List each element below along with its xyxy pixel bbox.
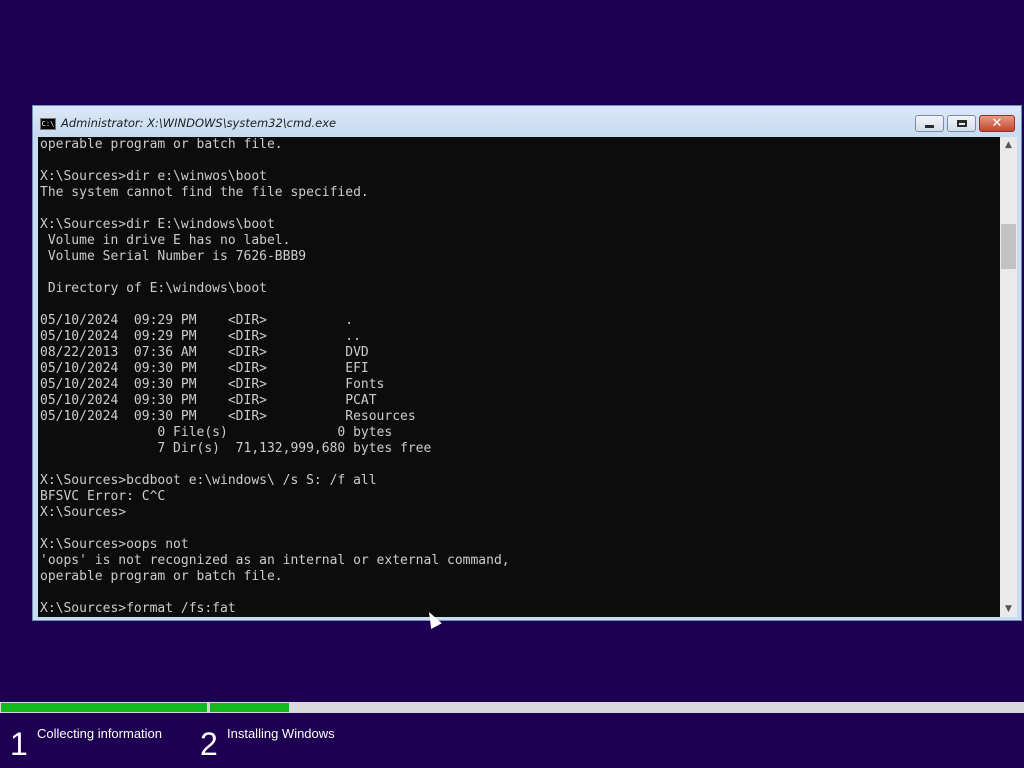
console-line: Directory of E:\windows\boot <box>40 281 267 296</box>
vertical-scrollbar[interactable]: ▲ ▼ <box>1000 137 1017 617</box>
console-line: X:\Sources>oops not <box>40 537 189 552</box>
console-line: operable program or batch file. <box>40 569 283 584</box>
console-line: X:\Sources>format /fs:fat <box>40 601 236 616</box>
close-icon: ✕ <box>991 116 1003 131</box>
scroll-down-arrow-icon[interactable]: ▼ <box>1000 601 1017 617</box>
progress-segment-installing <box>210 702 1024 713</box>
scroll-thumb[interactable] <box>1001 224 1016 269</box>
console-line: 05/10/2024 09:30 PM <DIR> Resources <box>40 409 416 424</box>
console-line: 05/10/2024 09:29 PM <DIR> .. <box>40 329 361 344</box>
close-button[interactable]: ✕ <box>979 115 1015 132</box>
console-lines: operable program or batch file. X:\Source… <box>40 137 510 617</box>
progress-fill-installing <box>210 703 289 712</box>
console-line: Volume Serial Number is 7626-BBB9 <box>40 249 307 264</box>
window-titlebar[interactable]: C:\ Administrator: X:\WINDOWS\system32\c… <box>33 106 1021 137</box>
cmd-icon: C:\ <box>40 118 56 130</box>
console-line: 08/22/2013 07:36 AM <DIR> DVD <box>40 345 369 360</box>
console-line: operable program or batch file. <box>40 137 283 152</box>
step-label: Collecting information <box>37 726 163 741</box>
console-line: 05/10/2024 09:29 PM <DIR> . <box>40 313 354 328</box>
console-line: X:\Sources> <box>40 505 127 520</box>
progress-fill-collecting <box>1 703 207 712</box>
maximize-icon <box>956 120 967 127</box>
console-line: 0 File(s) 0 bytes <box>40 425 393 440</box>
console-line: BFSVC Error: C^C <box>40 489 166 504</box>
console-line: X:\Sources>dir E:\windows\boot <box>40 217 275 232</box>
minimize-button[interactable] <box>915 115 944 132</box>
maximize-button[interactable] <box>947 115 976 132</box>
progress-segment-collecting <box>0 702 208 713</box>
console-line: The system cannot find the file specifie… <box>40 185 369 200</box>
console-line: X:\Sources>dir e:\winwos\boot <box>40 169 267 184</box>
console-line: 7 Dir(s) 71,132,999,680 bytes free <box>40 441 432 456</box>
step-number: 1 <box>10 726 28 762</box>
cmd-window[interactable]: C:\ Administrator: X:\WINDOWS\system32\c… <box>32 105 1022 621</box>
step-label: Installing Windows <box>227 726 335 741</box>
minimize-icon <box>925 125 934 128</box>
scroll-up-arrow-icon[interactable]: ▲ <box>1000 137 1017 153</box>
console-line: Volume in drive E has no label. <box>40 233 291 248</box>
console-line: 05/10/2024 09:30 PM <DIR> Fonts <box>40 377 385 392</box>
console-line: X:\Sources>bcdboot e:\windows\ /s S: /f … <box>40 473 377 488</box>
console-line: 05/10/2024 09:30 PM <DIR> PCAT <box>40 393 377 408</box>
window-title: Administrator: X:\WINDOWS\system32\cmd.e… <box>61 116 337 130</box>
console-output[interactable]: operable program or batch file. X:\Source… <box>38 137 1000 617</box>
console-line: 'oops' is not recognized as an internal … <box>40 553 510 568</box>
step-number: 2 <box>200 726 218 762</box>
setup-progress-bar <box>0 702 1024 713</box>
console-line: 05/10/2024 09:30 PM <DIR> EFI <box>40 361 369 376</box>
